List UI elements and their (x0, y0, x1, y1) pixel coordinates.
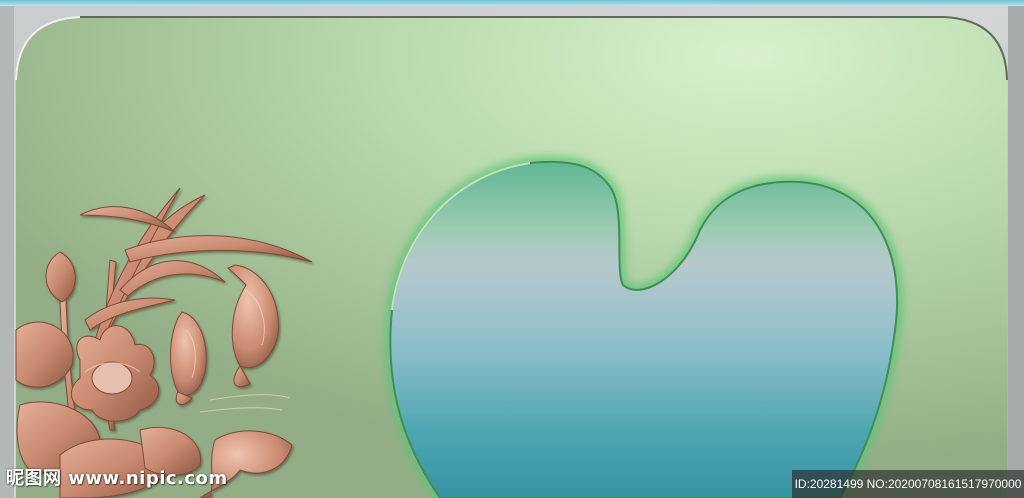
watermark-site: 昵图网 www.nipic.com (6, 468, 228, 489)
watermark-id: ID:20281499 NO:20200708161517970000 (792, 470, 1024, 498)
relief-carving-image (0, 0, 1024, 498)
